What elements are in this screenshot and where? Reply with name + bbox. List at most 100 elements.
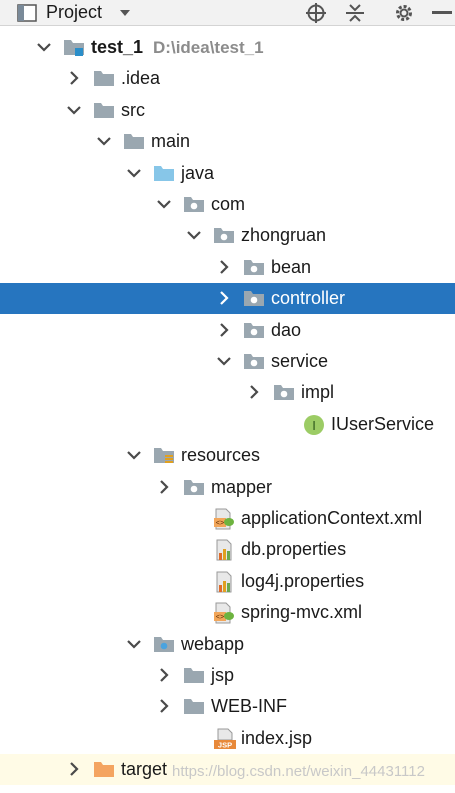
chevron-right-icon[interactable] (153, 664, 175, 686)
tree-label: db.properties (241, 538, 346, 560)
chevron-down-icon[interactable] (116, 0, 134, 25)
chevron-right-icon[interactable] (63, 67, 85, 89)
chevron-down-icon[interactable] (33, 36, 55, 58)
tree-label-text: IUserService (331, 414, 435, 434)
tree-label: mapper (211, 476, 272, 498)
tree-row-idea[interactable]: .idea (0, 63, 455, 94)
tree-row-db-properties[interactable]: db.properties (0, 534, 455, 565)
chevron-right-icon[interactable] (153, 476, 175, 498)
properties-icon (213, 539, 235, 561)
tree-row-log4j-properties[interactable]: log4j.properties (0, 566, 455, 597)
chevron-down-icon[interactable] (153, 193, 175, 215)
project-view-title[interactable]: Project (46, 0, 102, 25)
tree-label-text: zhongruan (241, 225, 327, 245)
tree-row-index-jsp[interactable]: JSP index.jsp (0, 723, 455, 754)
tree-row-spring-mvc[interactable]: <> spring-mvc.xml (0, 597, 455, 628)
spring-xml-icon: <> (213, 508, 235, 530)
collapse-all-icon[interactable] (344, 0, 366, 25)
tree-row-impl[interactable]: impl (0, 377, 455, 408)
tree-label: WEB-INF (211, 695, 287, 717)
tree-row-web-inf[interactable]: WEB-INF (0, 691, 455, 722)
tree-row-controller[interactable]: controller (0, 283, 455, 314)
chevron-right-icon[interactable] (213, 256, 235, 278)
tree-label-text: WEB-INF (211, 696, 287, 716)
tree-label-text: applicationContext.xml (241, 508, 423, 528)
tree-label-text: db.properties (241, 539, 347, 559)
package-icon (183, 194, 205, 216)
tree-label-text: target (121, 759, 168, 779)
gear-icon[interactable] (393, 0, 415, 25)
web-root-icon (153, 634, 175, 656)
package-icon (243, 320, 265, 342)
tree-label-text: controller (271, 288, 346, 308)
chevron-right-icon[interactable] (243, 381, 265, 403)
chevron-down-icon[interactable] (213, 350, 235, 372)
folder-icon (183, 696, 205, 718)
tree-label-text: test_1 (91, 37, 144, 57)
module-path-hint: D:\idea\test_1 (153, 38, 264, 57)
tree-row-webapp[interactable]: webapp (0, 629, 455, 660)
tree-row-bean[interactable]: bean (0, 252, 455, 283)
tree-row-IUserService[interactable]: I IUserService (0, 409, 455, 440)
tree-label-text: java (181, 163, 215, 183)
svg-text:JSP: JSP (218, 741, 232, 750)
tree-row-main[interactable]: main (0, 126, 455, 157)
tree-row-service[interactable]: service (0, 346, 455, 377)
chevron-down-icon[interactable] (123, 633, 145, 655)
tree-label: .idea (121, 67, 160, 89)
chevron-right-icon[interactable] (213, 319, 235, 341)
tree-label: main (151, 130, 190, 152)
tree-label: jsp (211, 664, 234, 686)
tree-label-text: com (211, 194, 246, 214)
package-icon (213, 225, 235, 247)
svg-text:<>: <> (216, 520, 224, 528)
tree-row-applicationContext[interactable]: <> applicationContext.xml (0, 503, 455, 534)
tree-row-mapper[interactable]: mapper (0, 472, 455, 503)
chevron-right-icon[interactable] (153, 695, 175, 717)
jsp-icon: JSP (213, 728, 236, 750)
folder-icon (123, 131, 145, 153)
tree-label: src (121, 99, 145, 121)
tree-row-dao[interactable]: dao (0, 315, 455, 346)
chevron-right-icon[interactable] (63, 758, 85, 780)
tree-label: IUserService (331, 413, 434, 435)
hide-icon[interactable] (431, 0, 453, 25)
tree-label-text: .idea (121, 68, 161, 88)
tree-label: com (211, 193, 245, 215)
project-toolbar: Project (0, 0, 455, 26)
tree-label-text: resources (181, 445, 261, 465)
tree-row-src[interactable]: src (0, 95, 455, 126)
tree-label-text: main (151, 131, 191, 151)
chevron-down-icon[interactable] (123, 444, 145, 466)
tree-row-test_1[interactable]: test_1 D:\idea\test_1 (0, 32, 455, 63)
tree-label-text: webapp (181, 634, 245, 654)
folder-icon (93, 68, 115, 90)
tree-row-java[interactable]: java (0, 158, 455, 189)
package-icon (243, 257, 265, 279)
tree-label-text: service (271, 351, 329, 371)
svg-text:I: I (312, 418, 316, 433)
tree-label: controller (271, 287, 345, 309)
tree-row-zhongruan[interactable]: zhongruan (0, 220, 455, 251)
tree-row-jsp[interactable]: jsp (0, 660, 455, 691)
chevron-down-icon[interactable] (123, 162, 145, 184)
chevron-down-icon[interactable] (93, 130, 115, 152)
tree-label-text: dao (271, 320, 302, 340)
project-title-label: Project (46, 2, 103, 22)
project-view-icon (16, 0, 38, 25)
chevron-down-icon[interactable] (63, 99, 85, 121)
tree-label: bean (271, 256, 311, 278)
tree-label: java (181, 162, 214, 184)
interface-icon: I (303, 414, 325, 436)
tree-row-com[interactable]: com (0, 189, 455, 220)
tree-label: applicationContext.xml (241, 507, 422, 529)
locate-icon[interactable] (305, 0, 327, 25)
tree-label: index.jsp (241, 727, 312, 749)
chevron-right-icon[interactable] (213, 287, 235, 309)
tree-row-resources[interactable]: resources (0, 440, 455, 471)
tree-label-text: spring-mvc.xml (241, 602, 363, 622)
tree-label: service (271, 350, 328, 372)
tree-label: spring-mvc.xml (241, 601, 362, 623)
tree-label-text: log4j.properties (241, 571, 365, 591)
chevron-down-icon[interactable] (183, 224, 205, 246)
